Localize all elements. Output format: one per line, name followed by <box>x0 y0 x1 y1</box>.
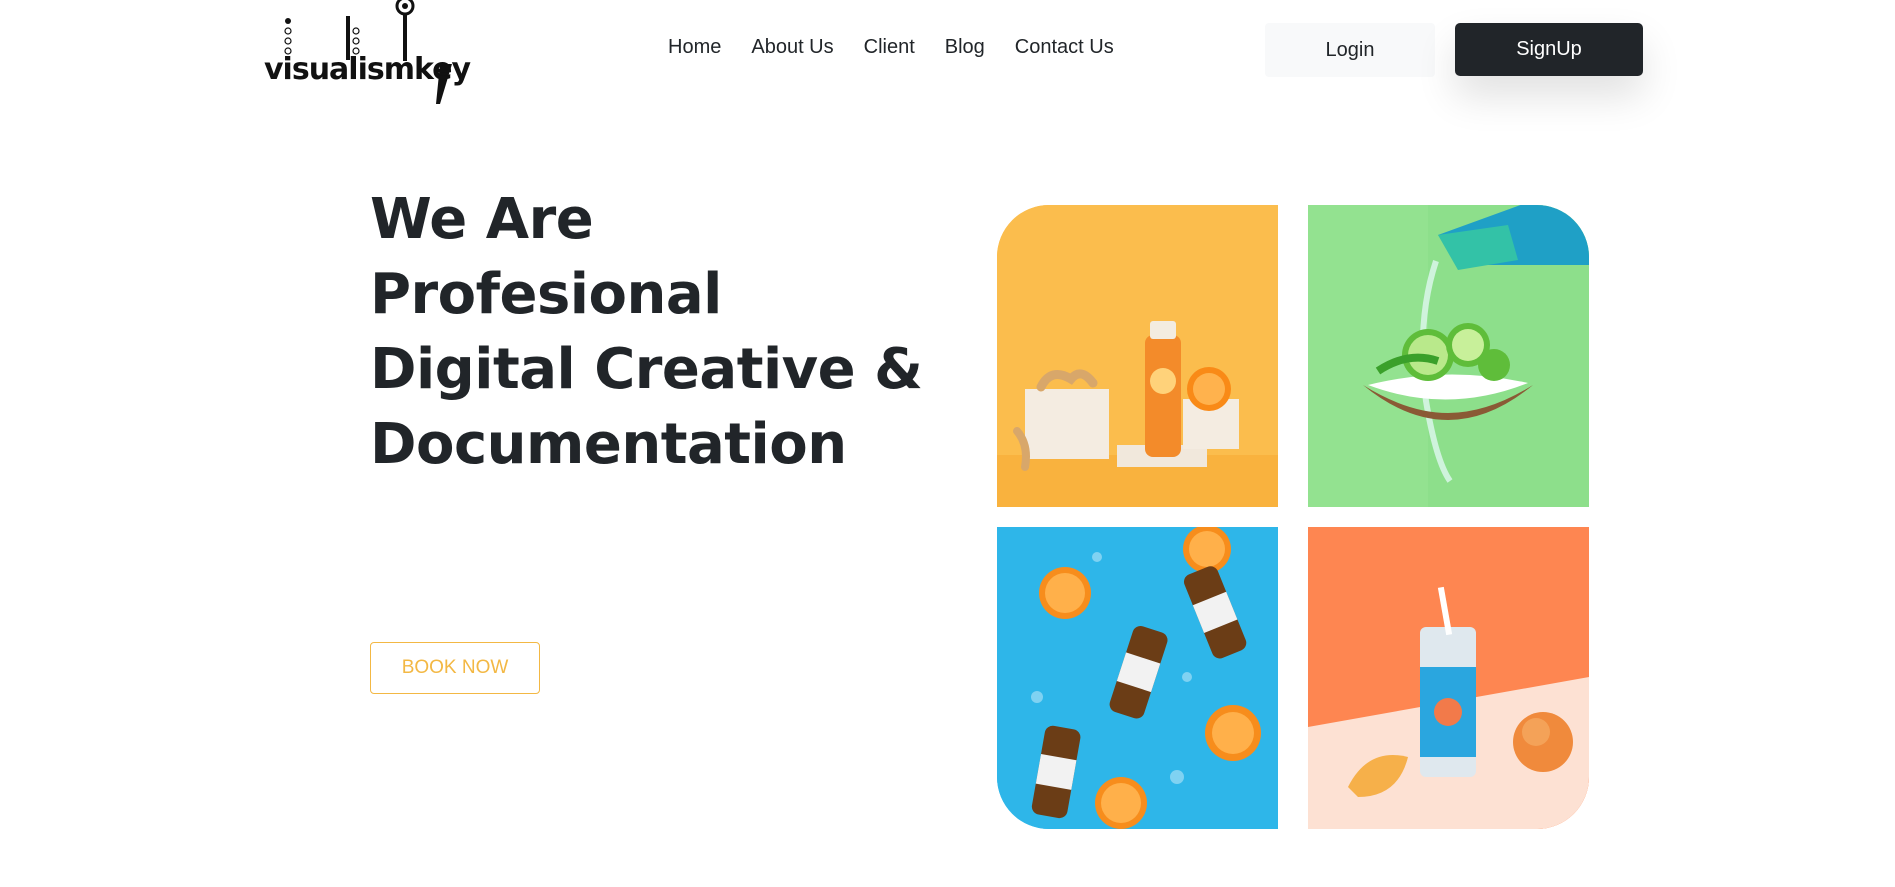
nav-contact-us[interactable]: Contact Us <box>1015 36 1114 59</box>
brand-name: visualismkey <box>264 52 471 87</box>
nav-home[interactable]: Home <box>668 36 721 59</box>
juice-bottle-photo-icon <box>997 205 1278 507</box>
gallery-image-peach <box>1308 527 1589 829</box>
signup-button[interactable]: SignUp <box>1455 23 1643 76</box>
gallery-image-tea <box>997 527 1278 829</box>
gallery-image-coconut <box>1308 205 1589 507</box>
login-button[interactable]: Login <box>1265 23 1435 77</box>
book-now-button[interactable]: BOOK NOW <box>370 642 540 694</box>
brand-logo[interactable]: visualismkey <box>264 0 471 104</box>
main-nav: Home About Us Client Blog Contact Us <box>668 36 1114 59</box>
tea-bottles-photo-icon <box>997 527 1278 829</box>
hero-title-line: Digital Creative & <box>370 337 923 402</box>
peach-can-photo-icon <box>1308 527 1589 829</box>
nav-client[interactable]: Client <box>864 36 915 59</box>
hero-title-line: Documentation <box>370 412 847 477</box>
nav-blog[interactable]: Blog <box>945 36 985 59</box>
gallery-image-juice <box>997 205 1278 507</box>
nav-about-us[interactable]: About Us <box>751 36 833 59</box>
coconut-lime-photo-icon <box>1308 205 1589 507</box>
hero-title: We Are Profesional Digital Creative & Do… <box>370 182 930 482</box>
hero-title-line: We Are <box>370 187 594 252</box>
hero-title-line: Profesional <box>370 262 722 327</box>
